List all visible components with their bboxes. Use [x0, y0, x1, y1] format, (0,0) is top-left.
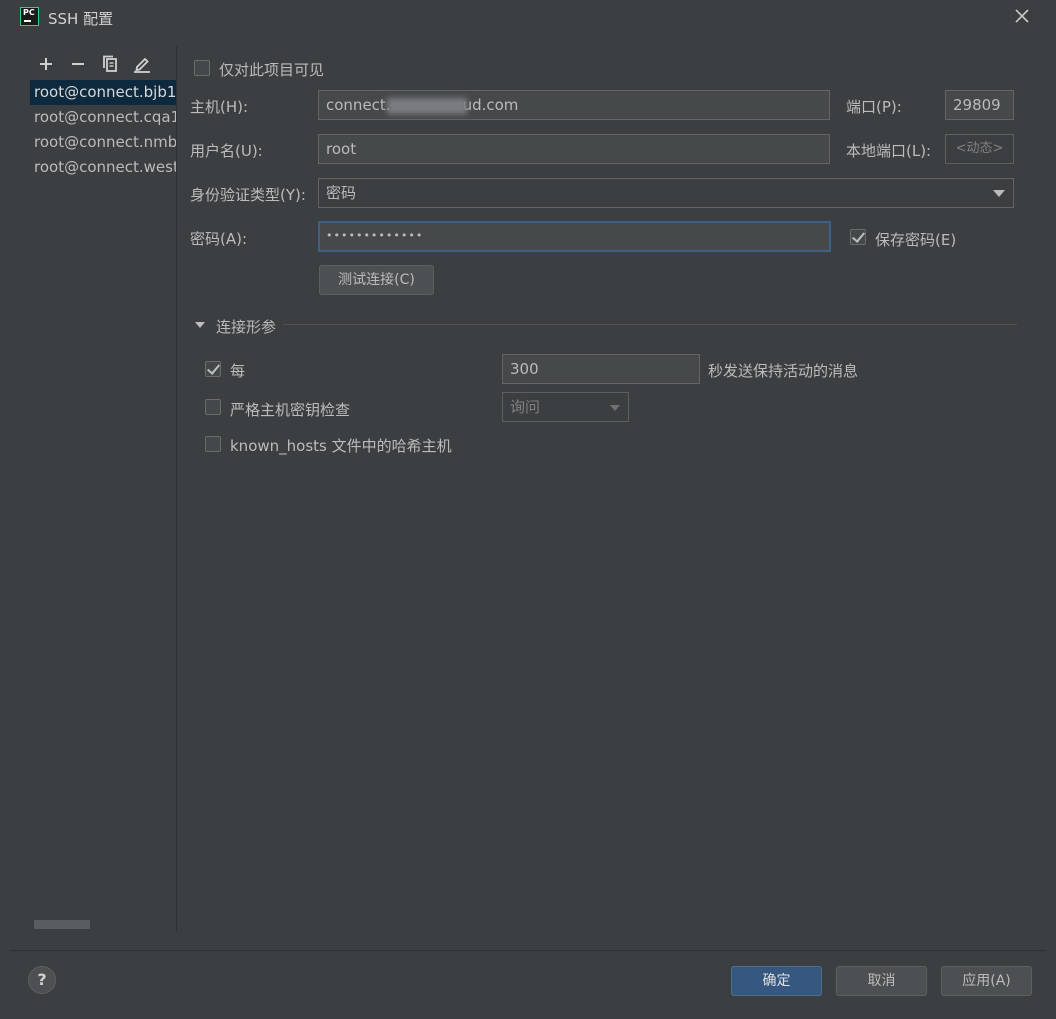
keepalive-label: 每: [230, 362, 246, 380]
strict-host-key-label: 严格主机密钥检查: [230, 401, 351, 419]
save-password-checkbox[interactable]: [850, 229, 866, 245]
host-label: 主机(H):: [190, 98, 249, 116]
auth-type-value: 密码: [326, 184, 357, 202]
local-port-input[interactable]: <动态>: [945, 134, 1014, 164]
config-form: 仅对此项目可见 主机(H): connect. ud.com 端口(P): 298…: [177, 46, 1037, 932]
project-only-label: 仅对此项目可见: [219, 61, 325, 79]
known-hosts-checkbox[interactable]: [205, 436, 221, 452]
chevron-down-icon: [610, 405, 620, 411]
host-value-prefix: connect.: [326, 96, 391, 114]
ssh-config-dialog: PC SSH 配置 root@connect.bjb1 root@connect…: [0, 0, 1056, 1019]
port-input[interactable]: 29809: [945, 90, 1014, 120]
chevron-down-icon: [993, 190, 1005, 197]
keepalive-checkbox[interactable]: [205, 361, 221, 377]
save-password-label: 保存密码(E): [875, 231, 957, 249]
remove-icon: [72, 63, 84, 65]
close-button[interactable]: [1012, 6, 1032, 26]
redacted-region: [386, 97, 467, 114]
edit-icon: [134, 57, 150, 73]
close-icon: [1015, 9, 1029, 23]
host-list: root@connect.bjb1 root@connect.cqa1 root…: [30, 80, 176, 180]
password-input[interactable]: •••••••••••••: [318, 221, 831, 252]
host-list-item[interactable]: root@connect.west: [30, 155, 176, 180]
edit-button[interactable]: [132, 54, 152, 74]
auth-type-label: 身份验证类型(Y):: [190, 186, 306, 204]
copy-button[interactable]: [100, 54, 120, 74]
section-divider: [283, 324, 1017, 325]
cancel-button[interactable]: 取消: [836, 966, 927, 996]
title-bar: PC SSH 配置: [0, 0, 1056, 34]
test-connection-button[interactable]: 测试连接(C): [319, 265, 434, 295]
add-icon: [40, 58, 52, 70]
sidebar-toolbar: [36, 54, 152, 74]
strict-host-key-value: 询问: [510, 398, 541, 416]
known-hosts-label: known_hosts 文件中的哈希主机: [230, 437, 452, 455]
username-label: 用户名(U):: [190, 142, 263, 160]
pycharm-logo-icon: PC: [20, 7, 39, 26]
password-label: 密码(A):: [190, 230, 248, 248]
add-button[interactable]: [36, 54, 56, 74]
window-title: SSH 配置: [48, 10, 114, 28]
strict-host-key-select[interactable]: 询问: [502, 392, 629, 422]
host-list-item[interactable]: root@connect.bjb1: [30, 80, 176, 105]
port-label: 端口(P):: [846, 98, 902, 116]
host-sidebar: root@connect.bjb1 root@connect.cqa1 root…: [10, 46, 177, 932]
host-input[interactable]: connect. ud.com: [318, 90, 830, 120]
strict-host-key-checkbox[interactable]: [205, 399, 221, 415]
ok-button[interactable]: 确定: [731, 966, 822, 996]
keepalive-interval-input[interactable]: 300: [502, 354, 700, 384]
local-port-label: 本地端口(L):: [846, 142, 932, 160]
copy-icon: [103, 55, 117, 72]
auth-type-select[interactable]: 密码: [318, 178, 1014, 208]
help-button[interactable]: ?: [28, 966, 56, 994]
project-only-checkbox[interactable]: [194, 60, 210, 76]
collapse-toggle-icon[interactable]: [195, 322, 205, 328]
host-list-item[interactable]: root@connect.cqa1: [30, 105, 176, 130]
keepalive-suffix-label: 秒发送保持活动的消息: [708, 362, 859, 380]
host-value-suffix: ud.com: [462, 96, 519, 114]
host-list-item[interactable]: root@connect.nmb: [30, 130, 176, 155]
username-input[interactable]: root: [318, 134, 830, 164]
remove-button[interactable]: [68, 54, 88, 74]
horizontal-scrollbar[interactable]: [34, 920, 90, 929]
apply-button[interactable]: 应用(A): [941, 966, 1032, 996]
section-title: 连接形参: [216, 318, 277, 336]
footer-divider: [10, 950, 1046, 951]
